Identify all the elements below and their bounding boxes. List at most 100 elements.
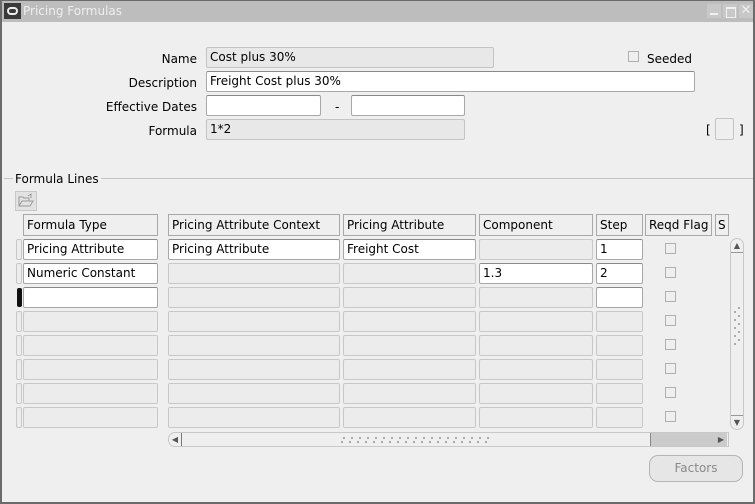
- step-cell[interactable]: [596, 359, 643, 380]
- row-indicator[interactable]: [16, 383, 22, 404]
- pricing-attribute-context-cell[interactable]: [168, 311, 340, 332]
- folder-button[interactable]: [15, 191, 37, 211]
- grip-dot: [375, 437, 377, 439]
- grip-dot: [477, 441, 479, 443]
- step-cell[interactable]: 2: [596, 263, 643, 284]
- close-button[interactable]: ✕: [739, 4, 753, 18]
- formula-field[interactable]: 1*2: [206, 119, 465, 140]
- formula-type-cell[interactable]: [23, 407, 158, 428]
- pricing-attribute-cell[interactable]: [343, 311, 476, 332]
- pricing-attribute-context-cell[interactable]: [168, 383, 340, 404]
- component-cell[interactable]: [479, 335, 593, 356]
- step-cell[interactable]: [596, 287, 643, 308]
- description-field[interactable]: Freight Cost plus 30%: [206, 71, 695, 92]
- name-field[interactable]: Cost plus 30%: [206, 47, 494, 68]
- effective-dates-label: Effective Dates: [105, 100, 197, 114]
- pricing-attribute-cell[interactable]: [343, 287, 476, 308]
- scroll-up-arrow-icon[interactable]: ▲: [731, 239, 743, 253]
- pricing-attribute-cell[interactable]: [343, 407, 476, 428]
- pricing-attribute-cell[interactable]: [343, 335, 476, 356]
- grip-dot: [447, 437, 449, 439]
- scroll-grip: [738, 315, 740, 317]
- grip-dot: [461, 441, 463, 443]
- pricing-attribute-context-cell[interactable]: [168, 335, 340, 356]
- column-header-formula-type[interactable]: Formula Type: [23, 214, 158, 236]
- formula-type-cell[interactable]: Numeric Constant: [23, 263, 158, 284]
- formula-type-cell[interactable]: Pricing Attribute: [23, 239, 158, 260]
- reqd-flag-checkbox[interactable]: [665, 387, 676, 398]
- formula-type-cell[interactable]: [23, 311, 158, 332]
- component-cell[interactable]: [479, 311, 593, 332]
- component-cell[interactable]: [479, 407, 593, 428]
- effective-date-from-field[interactable]: [206, 95, 321, 116]
- minimize-button[interactable]: [707, 4, 721, 18]
- column-header-truncated[interactable]: S: [715, 214, 729, 236]
- scroll-grip: [734, 335, 736, 337]
- scroll-left-arrow-icon[interactable]: ◀: [169, 433, 182, 446]
- pricing-attribute-context-cell[interactable]: [168, 407, 340, 428]
- pricing-attribute-context-cell[interactable]: [168, 263, 340, 284]
- window-title: Pricing Formulas: [23, 4, 123, 18]
- pricing-attribute-cell[interactable]: Freight Cost: [343, 239, 476, 260]
- column-header-step[interactable]: Step: [596, 214, 643, 236]
- row-indicator[interactable]: [17, 288, 22, 307]
- step-cell[interactable]: [596, 335, 643, 356]
- step-cell[interactable]: 1: [596, 239, 643, 260]
- formula-type-cell[interactable]: [23, 359, 158, 380]
- scroll-down-arrow-icon[interactable]: ▼: [731, 415, 743, 429]
- component-cell[interactable]: [479, 287, 593, 308]
- formula-label: Formula: [148, 124, 197, 138]
- grip-dot: [367, 437, 369, 439]
- title-bar[interactable]: Pricing Formulas ✕: [2, 1, 753, 22]
- pricing-attribute-cell[interactable]: [343, 383, 476, 404]
- grip-dot: [407, 437, 409, 439]
- reqd-flag-checkbox[interactable]: [665, 315, 676, 326]
- descriptive-flexfield-button[interactable]: [715, 118, 734, 140]
- formula-type-cell[interactable]: [23, 383, 158, 404]
- vertical-scrollbar[interactable]: ▲ ▼: [730, 238, 744, 430]
- column-header-component[interactable]: Component: [479, 214, 593, 236]
- bracket-open: [: [706, 123, 711, 137]
- pricing-attribute-cell[interactable]: [343, 263, 476, 284]
- grip-dot: [479, 437, 481, 439]
- maximize-button[interactable]: [723, 4, 737, 18]
- column-header-pricing-attribute[interactable]: Pricing Attribute: [343, 214, 476, 236]
- column-header-pricing-attribute-context[interactable]: Pricing Attribute Context: [168, 214, 340, 236]
- formula-lines-title: Formula Lines: [13, 172, 101, 186]
- reqd-flag-checkbox[interactable]: [665, 291, 676, 302]
- step-cell[interactable]: [596, 311, 643, 332]
- factors-button[interactable]: Factors: [649, 455, 743, 482]
- row-indicator[interactable]: [16, 335, 22, 356]
- reqd-flag-checkbox[interactable]: [665, 363, 676, 374]
- bracket-close: ]: [739, 123, 744, 137]
- row-indicator[interactable]: [16, 239, 22, 260]
- component-cell[interactable]: [479, 239, 593, 260]
- component-cell[interactable]: [479, 383, 593, 404]
- horizontal-scrollbar[interactable]: ◀ ▶: [168, 432, 729, 447]
- row-indicator[interactable]: [16, 359, 22, 380]
- seeded-checkbox[interactable]: [628, 51, 639, 62]
- component-cell[interactable]: [479, 359, 593, 380]
- formula-type-cell[interactable]: [23, 287, 158, 308]
- scroll-right-arrow-icon[interactable]: ▶: [714, 433, 728, 446]
- grip-dot: [389, 441, 391, 443]
- reqd-flag-checkbox[interactable]: [665, 411, 676, 422]
- row-indicator[interactable]: [16, 407, 22, 428]
- row-indicator[interactable]: [16, 263, 22, 284]
- pricing-attribute-cell[interactable]: [343, 359, 476, 380]
- pricing-attribute-context-cell[interactable]: [168, 359, 340, 380]
- grip-dot: [391, 437, 393, 439]
- component-cell[interactable]: 1.3: [479, 263, 593, 284]
- pricing-attribute-context-cell[interactable]: [168, 287, 340, 308]
- step-cell[interactable]: [596, 407, 643, 428]
- pricing-attribute-context-cell[interactable]: Pricing Attribute: [168, 239, 340, 260]
- step-cell[interactable]: [596, 383, 643, 404]
- formula-type-cell[interactable]: [23, 335, 158, 356]
- reqd-flag-checkbox[interactable]: [665, 339, 676, 350]
- reqd-flag-checkbox[interactable]: [665, 267, 676, 278]
- reqd-flag-checkbox[interactable]: [665, 243, 676, 254]
- grip-dot: [487, 437, 489, 439]
- effective-date-to-field[interactable]: [351, 95, 465, 116]
- row-indicator[interactable]: [16, 311, 22, 332]
- column-header-reqd-flag[interactable]: Reqd Flag: [645, 214, 712, 236]
